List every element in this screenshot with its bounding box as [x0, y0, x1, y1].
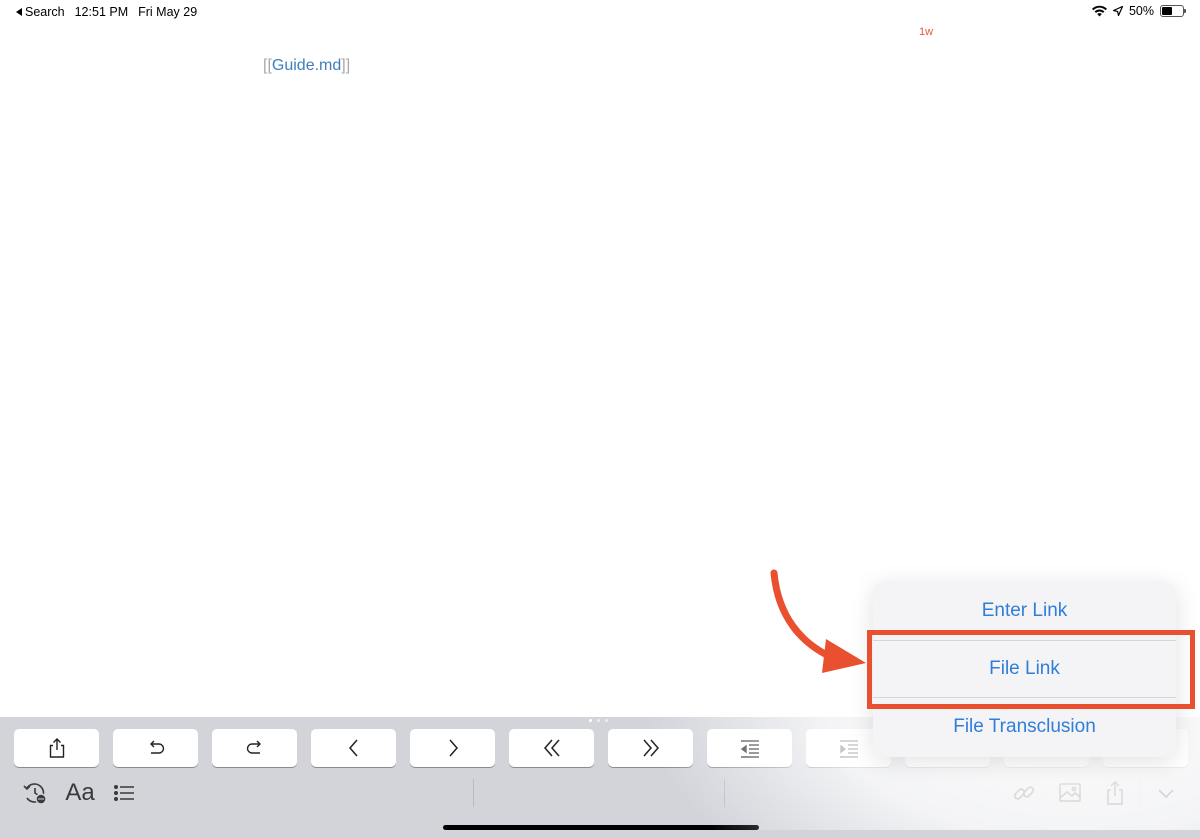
outdent-icon: [740, 740, 759, 758]
word-count: 1w: [919, 26, 934, 38]
annotation-arrow-icon: [770, 569, 866, 673]
back-arrow-icon[interactable]: [16, 8, 22, 16]
share-key[interactable]: [14, 729, 99, 767]
status-date: Fri May 29: [138, 5, 198, 19]
toolbar-divider: [1139, 779, 1140, 807]
battery-percent: 50%: [1128, 4, 1154, 18]
indent-icon: [839, 740, 858, 758]
image-button[interactable]: [1054, 775, 1086, 811]
home-indicator[interactable]: [443, 825, 759, 830]
word-right-key[interactable]: [608, 729, 693, 767]
cursor-left-key[interactable]: [311, 729, 396, 767]
status-bar: Search 12:51 PM Fri May 29 50%: [0, 0, 1200, 24]
status-time: 12:51 PM: [74, 5, 129, 19]
history-icon: [23, 783, 47, 805]
status-left: Search 12:51 PM Fri May 29: [16, 5, 197, 19]
word-left-key[interactable]: [509, 729, 594, 767]
page-dot: [605, 719, 608, 722]
list-button[interactable]: [109, 775, 139, 811]
double-chevron-left-icon: [543, 739, 560, 757]
font-label: Aa: [65, 779, 95, 806]
redo-icon: [246, 740, 261, 754]
font-button[interactable]: Aa: [62, 775, 98, 811]
editor-text-line[interactable]: [[Guide.md]]: [263, 57, 350, 75]
share-button[interactable]: [1100, 775, 1130, 811]
battery-icon: [1160, 5, 1186, 17]
bottom-toolbar: Aa: [0, 775, 1200, 811]
status-right: 50%: [1091, 4, 1186, 18]
history-button[interactable]: [18, 775, 52, 811]
list-icon: [113, 785, 134, 801]
annotation-highlight-box: [867, 630, 1195, 709]
share-icon: [49, 738, 64, 758]
chevron-left-icon: [348, 739, 358, 757]
share-icon: [1107, 780, 1123, 805]
link-button[interactable]: [1008, 775, 1040, 811]
chevron-right-icon: [448, 739, 458, 757]
location-icon: [1112, 6, 1123, 16]
outdent-key[interactable]: [707, 729, 792, 767]
undo-key[interactable]: [113, 729, 198, 767]
chevron-down-icon: [1158, 789, 1174, 799]
double-chevron-right-icon: [642, 739, 659, 757]
toolbar-divider: [724, 779, 725, 807]
link-bracket-close: ]]: [341, 57, 351, 74]
undo-icon: [149, 740, 164, 754]
page-dot: [597, 719, 600, 722]
page-dot: [589, 719, 592, 722]
toolbar-divider: [473, 779, 474, 807]
cursor-right-key[interactable]: [410, 729, 495, 767]
battery-fill: [1162, 7, 1172, 15]
dismiss-keyboard-button[interactable]: [1150, 775, 1182, 811]
link-icon: [1013, 786, 1035, 800]
back-to-app-link[interactable]: Search: [25, 5, 65, 19]
wiki-link[interactable]: Guide.md: [272, 57, 341, 74]
link-bracket-open: [[: [263, 57, 272, 74]
redo-key[interactable]: [212, 729, 297, 767]
toolbar-page-indicator: [589, 719, 608, 722]
image-icon: [1059, 783, 1081, 802]
wifi-icon: [1091, 5, 1107, 17]
